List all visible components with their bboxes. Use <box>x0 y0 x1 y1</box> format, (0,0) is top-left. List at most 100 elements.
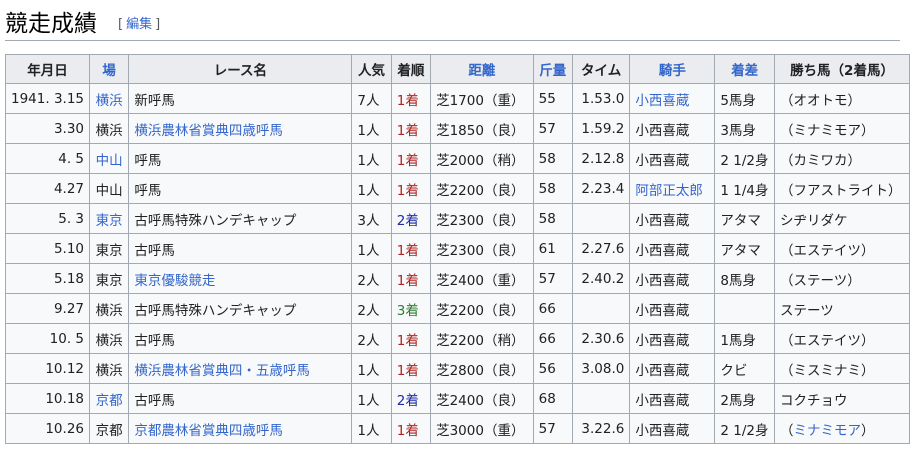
date-cell: 5.18 <box>5 263 90 294</box>
venue-cell: 横浜 <box>88 83 130 114</box>
table-row: 5.18 東京 東京優駿競走 2人 1着 芝2400（重） 57 2.40.2 小西喜蔵 8馬身（… <box>5 263 910 294</box>
date-cell: 10. 5 <box>5 323 90 354</box>
race-name-cell-link[interactable]: 東京優駿競走 <box>134 273 215 289</box>
winner-cell: （ステーツ） <box>774 263 910 294</box>
table-body: 1941. 3.15 横浜 新呼馬 7人 1着 芝1700（重） 55 1.53.0 小西喜蔵 5… <box>5 83 910 444</box>
venue-cell: 東京 <box>88 233 130 264</box>
venue-cell: 東京 <box>88 203 130 234</box>
placing-cell: 1着 <box>390 233 432 264</box>
venue-header[interactable]: 場 <box>88 54 130 84</box>
race-name-cell-link[interactable]: 横浜農林省賞典四・五歳呼馬 <box>134 363 310 379</box>
weight-cell: 57 <box>532 413 573 444</box>
venue-cell-link[interactable]: 横浜 <box>96 93 123 109</box>
venue-cell-link[interactable]: 中山 <box>96 153 123 169</box>
race-name-cell: 古呼馬 <box>128 323 353 354</box>
race-name-cell: 新呼馬 <box>128 83 353 114</box>
race-name-cell: 京都農林省賞典四歳呼馬 <box>128 413 353 444</box>
table-row: 10. 5 横浜 古呼馬 2人 1着 芝2200（稍） 66 2.30.6 小西喜蔵 1馬身 （エス… <box>5 323 910 354</box>
edit-link[interactable]: 編集 <box>126 17 152 32</box>
distance-cell: 芝2300（良） <box>430 203 534 234</box>
race-name-cell-link[interactable]: 京都農林省賞典四歳呼馬 <box>134 423 283 439</box>
margin-cell: アタマ <box>714 233 776 264</box>
weight-cell: 55 <box>532 83 573 114</box>
weight-cell: 61 <box>532 233 573 264</box>
jockey-cell-link[interactable]: 小西喜蔵 <box>635 93 689 109</box>
winner-cell: （オオトモ） <box>774 83 910 114</box>
popularity-header: 人気 <box>351 54 392 84</box>
placing-cell: 1着 <box>390 323 432 354</box>
venue-cell: 横浜 <box>88 113 130 144</box>
weight-cell: 58 <box>532 143 573 174</box>
popularity-cell: 2人 <box>351 323 392 354</box>
placing-cell: 2着 <box>390 203 432 234</box>
margin-cell: クビ <box>714 353 776 384</box>
jockey-cell: 小西喜蔵 <box>629 233 716 264</box>
placing-cell: 1着 <box>390 413 432 444</box>
date-cell: 9.27 <box>5 293 90 324</box>
winner-link[interactable]: ミナミモア <box>794 423 862 439</box>
venue-cell: 横浜 <box>88 353 130 384</box>
section-title: 競走成績 <box>5 11 97 37</box>
distance-cell: 芝2400（重） <box>430 263 534 294</box>
date-cell: 4.27 <box>5 173 90 204</box>
jockey-cell: 小西喜蔵 <box>629 143 716 174</box>
table-row: 4.27 中山 呼馬 1人 1着 芝2200（良） 58 2.23.4 阿部正太郎 1 1/4身（… <box>5 173 910 204</box>
distance-cell: 芝3000（重） <box>430 413 534 444</box>
race-name-header: レース名 <box>128 54 353 84</box>
weight-header[interactable]: 斤量 <box>532 54 573 84</box>
date-header: 年月日 <box>5 54 90 84</box>
winner-cell: （ミスミナミ） <box>774 353 910 384</box>
time-cell: 3.08.0 <box>571 353 631 384</box>
margin-header[interactable]: 着差 <box>714 54 776 84</box>
venue-cell: 中山 <box>88 173 130 204</box>
race-name-cell-link[interactable]: 横浜農林省賞典四歳呼馬 <box>134 123 283 139</box>
race-name-cell: 横浜農林省賞典四歳呼馬 <box>128 113 353 144</box>
placing-cell: 3着 <box>390 293 432 324</box>
winner-cell: （ミナミモア） <box>774 113 910 144</box>
venue-cell-link[interactable]: 東京 <box>96 213 123 229</box>
margin-cell: 2馬身 <box>714 383 776 414</box>
winner-text: （ <box>780 422 794 439</box>
margin-cell: 8馬身 <box>714 263 776 294</box>
date-cell: 1941. 3.15 <box>5 83 90 114</box>
weight-cell: 58 <box>532 203 573 234</box>
margin-cell: 5馬身 <box>714 83 776 114</box>
time-cell: 3.22.6 <box>571 413 631 444</box>
winner-text: （ミナミモア） <box>780 122 875 139</box>
table-row: 5.10 東京 古呼馬 1人 1着 芝2300（良） 61 2.27.6 小西喜蔵 アタマ （エステ… <box>5 233 910 264</box>
header-row: 年月日場レース名 人気 着順 距離 斤量 タイム 騎手 着差 勝ち馬（2着馬） <box>5 54 910 84</box>
weight-cell: 68 <box>532 383 573 414</box>
winner-text: ） <box>861 422 875 439</box>
table-row: 10.12 横浜 横浜農林省賞典四・五歳呼馬 1人 1着 芝2800（良） 56 3.08.0… <box>5 353 910 384</box>
popularity-cell: 1人 <box>351 143 392 174</box>
race-name-cell: 古呼馬 <box>128 383 353 414</box>
winner-text: （ステーツ） <box>780 272 861 289</box>
race-name-cell: 古呼馬特殊ハンデキャップ <box>128 203 353 234</box>
distance-cell: 芝2800（良） <box>430 353 534 384</box>
jockey-cell-link[interactable]: 阿部正太郎 <box>635 183 703 199</box>
distance-cell: 芝2200（良） <box>430 173 534 204</box>
time-cell: 1.59.2 <box>571 113 631 144</box>
margin-cell: 2 1/2身 <box>714 413 776 444</box>
jockey-header[interactable]: 騎手 <box>629 54 716 84</box>
winner-text: （カミワカ） <box>780 152 862 169</box>
winner-cell: （カミワカ） <box>774 143 910 174</box>
distance-cell: 芝1700（重） <box>430 83 534 114</box>
jockey-cell: 小西喜蔵 <box>629 203 716 234</box>
time-cell: 2.27.6 <box>571 233 631 264</box>
time-header: タイム <box>571 54 631 84</box>
race-name-cell: 東京優駿競走 <box>128 263 353 294</box>
time-cell <box>571 293 631 324</box>
weight-cell: 57 <box>532 113 573 144</box>
date-cell: 3.30 <box>5 113 90 144</box>
weight-cell: 57 <box>532 263 573 294</box>
venue-cell-link[interactable]: 京都 <box>96 393 123 409</box>
weight-cell: 58 <box>532 173 573 204</box>
popularity-cell: 1人 <box>351 113 392 144</box>
distance-header[interactable]: 距離 <box>430 54 534 84</box>
margin-cell: アタマ <box>714 203 776 234</box>
placing-cell: 1着 <box>390 353 432 384</box>
date-cell: 10.26 <box>5 413 90 444</box>
table-row: 3.30 横浜 横浜農林省賞典四歳呼馬 1人 1着 芝1850（良） 57 1.59.2 小西喜… <box>5 113 910 144</box>
date-cell: 5.10 <box>5 233 90 264</box>
